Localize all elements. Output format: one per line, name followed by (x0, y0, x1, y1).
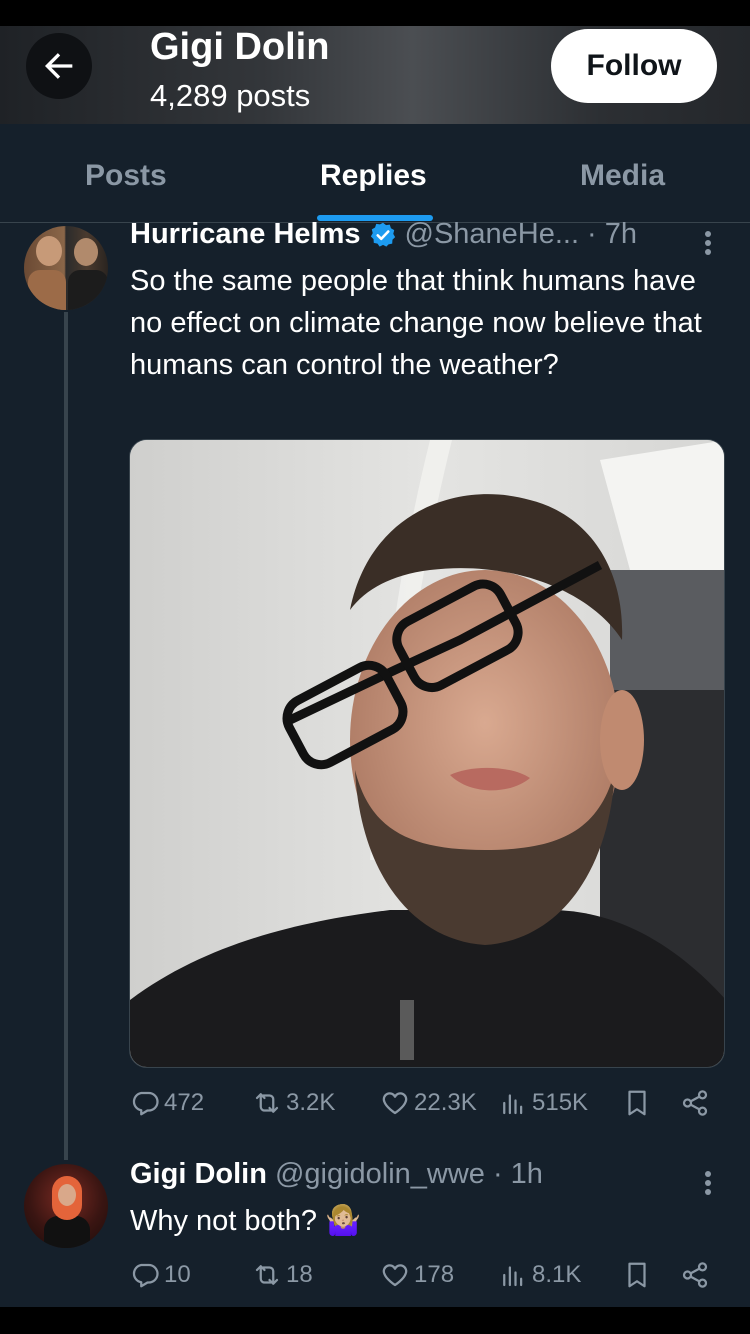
like-count: 22.3K (414, 1089, 477, 1116)
reply-count: 10 (164, 1261, 191, 1288)
share-button[interactable] (680, 1088, 714, 1118)
verified-badge-icon (370, 222, 395, 247)
repost-icon (255, 1093, 279, 1113)
tweet-time: · 7h (587, 218, 638, 250)
repost-count: 3.2K (286, 1089, 336, 1116)
feed: Posts Replies Media Hurricane Helms @Sha… (0, 124, 750, 1307)
reply-icon (132, 1091, 159, 1116)
repost-count: 18 (286, 1261, 313, 1288)
views-button[interactable]: 8.1K (498, 1260, 581, 1290)
tweet-image[interactable] (129, 439, 725, 1068)
heart-icon (382, 1092, 408, 1115)
tweet-text: Why not both? 🤷🏼‍♀️ (130, 1205, 362, 1237)
profile-tabs: Posts Replies Media (0, 124, 750, 223)
selfie-photo (130, 440, 724, 1067)
tab-media[interactable]: Media (580, 159, 665, 193)
like-button[interactable]: 22.3K (380, 1088, 477, 1118)
follow-button[interactable]: Follow (551, 29, 717, 103)
view-count: 8.1K (532, 1261, 582, 1288)
reply-button[interactable]: 472 (130, 1088, 204, 1118)
more-options-icon[interactable] (703, 228, 713, 258)
analytics-icon (503, 1266, 523, 1287)
tweet-time: · 1h (492, 1158, 543, 1190)
tweet-actions: 10 18 178 8.1K (130, 1260, 720, 1300)
author-handle[interactable]: @ShaneHe... (405, 218, 580, 251)
author-handle[interactable]: @gigidolin_wwe (275, 1158, 485, 1191)
reply-button[interactable]: 10 (130, 1260, 191, 1290)
tweet-text: So the same people that think humans hav… (130, 265, 702, 381)
tab-replies[interactable]: Replies (320, 159, 427, 193)
bookmark-icon (628, 1090, 646, 1116)
view-count: 515K (532, 1089, 589, 1116)
system-nav-bar (0, 1307, 750, 1334)
analytics-icon (503, 1094, 523, 1115)
views-button[interactable]: 515K (498, 1088, 588, 1118)
heart-icon (382, 1264, 408, 1287)
author-name[interactable]: Gigi Dolin (130, 1158, 267, 1191)
tweet-header: Hurricane Helms @ShaneHe... · 7h (130, 218, 637, 251)
more-options-icon[interactable] (703, 1168, 713, 1198)
profile-header: Gigi Dolin 4,289 posts Follow (0, 26, 750, 124)
status-bar (0, 0, 750, 26)
arrow-left-icon (45, 53, 73, 79)
back-button[interactable] (26, 33, 92, 99)
share-button[interactable] (680, 1260, 714, 1290)
author-name[interactable]: Hurricane Helms (130, 218, 361, 251)
share-icon (682, 1262, 708, 1288)
post-count: 4,289 posts (150, 78, 311, 113)
like-button[interactable]: 178 (380, 1260, 454, 1290)
avatar[interactable] (24, 226, 108, 310)
repost-icon (255, 1265, 279, 1285)
bookmark-button[interactable] (622, 1088, 656, 1118)
profile-name: Gigi Dolin (150, 26, 330, 68)
share-icon (682, 1090, 708, 1116)
reply-icon (132, 1263, 159, 1288)
tweet-actions: 472 3.2K 22.3K 515K (130, 1088, 720, 1128)
avatar[interactable] (24, 1164, 108, 1248)
repost-button[interactable]: 18 (252, 1260, 313, 1290)
tab-posts[interactable]: Posts (85, 159, 167, 193)
tweet-header: Gigi Dolin @gigidolin_wwe · 1h (130, 1158, 543, 1191)
repost-button[interactable]: 3.2K (252, 1088, 335, 1118)
like-count: 178 (414, 1261, 455, 1288)
thread-connector-line (64, 312, 68, 1160)
bookmark-button[interactable] (622, 1260, 656, 1290)
reply-count: 472 (164, 1089, 205, 1116)
bookmark-icon (628, 1262, 646, 1288)
